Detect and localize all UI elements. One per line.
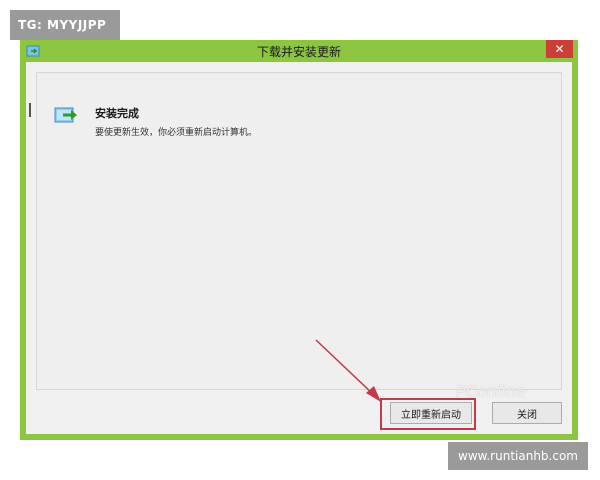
site-watermark-badge: www.runtianhb.com bbox=[448, 442, 588, 470]
update-dialog-window: 下载并安装更新 ✕ 安装完成 要使更新生效，你必须重新启动计算机。 立即重新启动… bbox=[20, 40, 578, 440]
status-message: 要使更新生效，你必须重新启动计算机。 bbox=[95, 128, 258, 138]
window-close-button[interactable]: ✕ bbox=[546, 40, 573, 58]
window-title: 下载并安装更新 bbox=[256, 44, 341, 59]
content-panel: 安装完成 要使更新生效，你必须重新启动计算机。 bbox=[29, 72, 562, 390]
close-button[interactable]: 关闭 bbox=[492, 402, 562, 424]
update-shield-arrow-icon bbox=[54, 107, 77, 123]
window-titlebar: 下载并安装更新 ✕ bbox=[20, 40, 578, 62]
tg-watermark-badge: TG: MYYJJPP bbox=[10, 10, 120, 40]
highlight-annotation-box bbox=[380, 398, 476, 430]
dialog-client-area: 安装完成 要使更新生效，你必须重新启动计算机。 立即重新启动 关闭 bbox=[26, 62, 572, 434]
pconline-watermark: PConline bbox=[456, 382, 526, 401]
close-icon: ✕ bbox=[554, 42, 565, 56]
windows-update-icon bbox=[26, 45, 40, 57]
status-heading: 安装完成 bbox=[95, 107, 139, 120]
